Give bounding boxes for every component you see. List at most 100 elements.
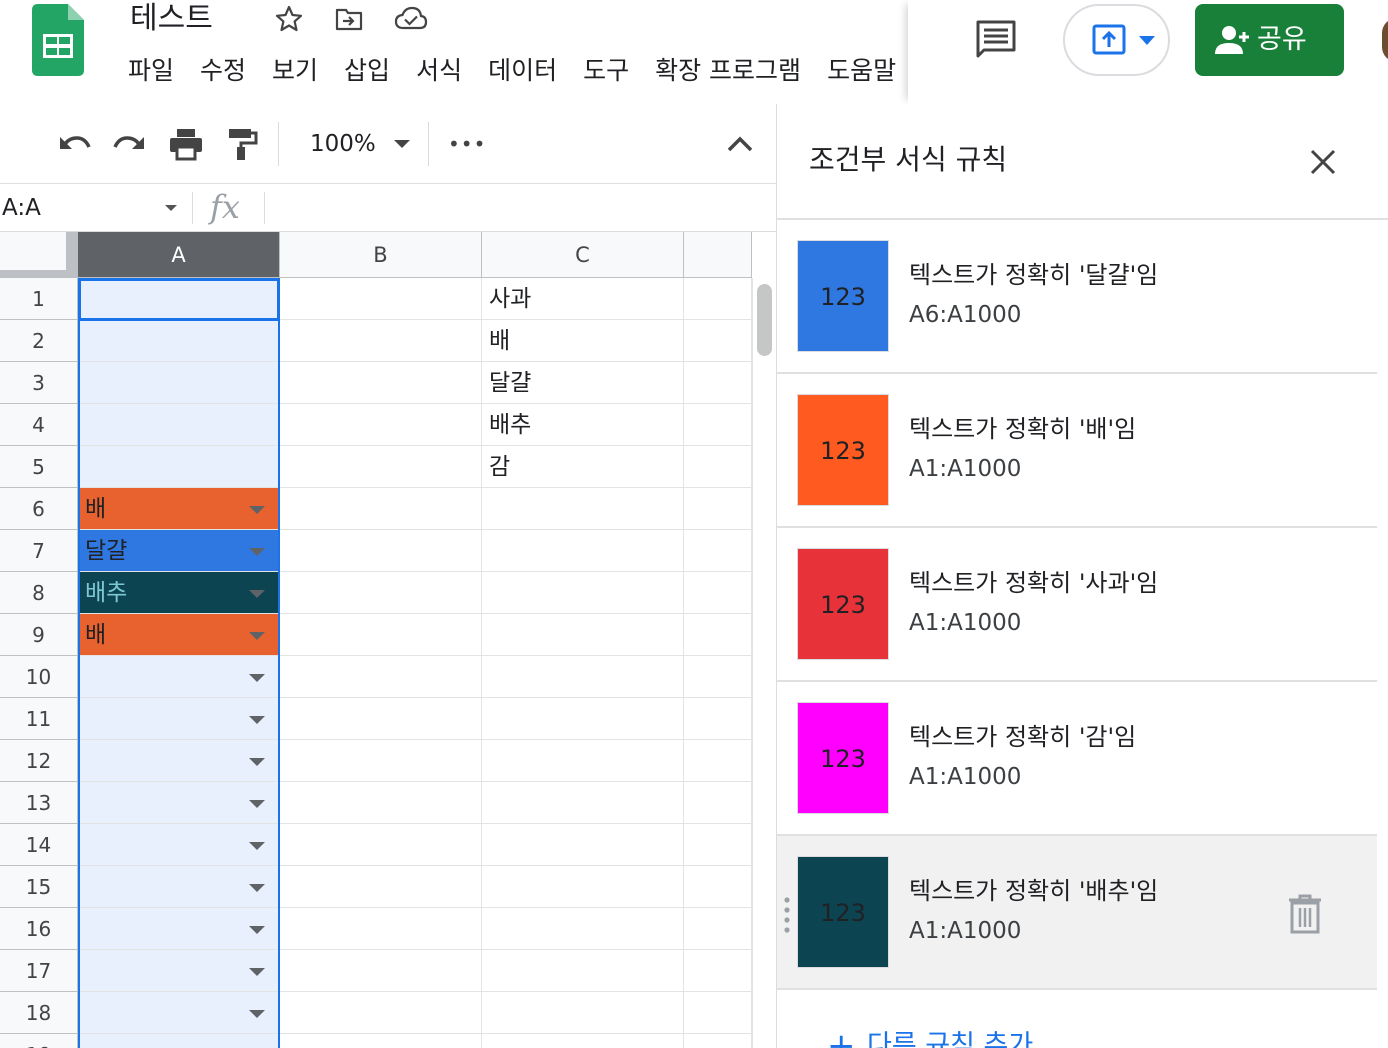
cell-a3[interactable]	[78, 362, 280, 404]
cell-d5[interactable]	[684, 446, 752, 488]
cell-b5[interactable]	[280, 446, 482, 488]
document-title[interactable]: 테스트	[130, 0, 213, 38]
vertical-scrollbar[interactable]	[752, 278, 776, 1048]
collapse-menus-icon[interactable]	[722, 126, 758, 162]
menu-view[interactable]: 보기	[272, 53, 318, 89]
cell-a7[interactable]: 달걀	[78, 530, 280, 572]
cloud-saved-icon[interactable]	[394, 4, 428, 34]
cell-b7[interactable]	[280, 530, 482, 572]
cell-c9[interactable]	[482, 614, 684, 656]
cell-b9[interactable]	[280, 614, 482, 656]
cell-a19[interactable]	[78, 1034, 280, 1048]
more-options-button[interactable]: •••	[448, 126, 486, 162]
cell-c18[interactable]	[482, 992, 684, 1034]
cell-a9[interactable]: 배	[78, 614, 280, 656]
format-rule[interactable]: 123 텍스트가 정확히 '달걀'임 A6:A1000	[777, 220, 1377, 374]
format-rule[interactable]: 123 텍스트가 정확히 '배추'임 A1:A1000	[777, 836, 1377, 990]
cell-a6[interactable]: 배	[78, 488, 280, 530]
dropdown-arrow-icon[interactable]	[249, 716, 265, 724]
paint-format-icon[interactable]	[224, 126, 260, 162]
row-header[interactable]: 1	[0, 278, 78, 320]
dropdown-arrow-icon[interactable]	[249, 926, 265, 934]
menu-file[interactable]: 파일	[128, 53, 174, 89]
dropdown-arrow-icon[interactable]	[249, 758, 265, 766]
avatar[interactable]	[1382, 18, 1388, 62]
cell-a16[interactable]	[78, 908, 280, 950]
scrollbar-thumb[interactable]	[757, 284, 772, 356]
cell-a11[interactable]	[78, 698, 280, 740]
cell-b16[interactable]	[280, 908, 482, 950]
comments-icon[interactable]	[974, 18, 1018, 62]
cell-d19[interactable]	[684, 1034, 752, 1048]
freeze-row-handle[interactable]	[0, 270, 78, 278]
row-header[interactable]: 11	[0, 698, 78, 740]
cell-b8[interactable]	[280, 572, 482, 614]
share-button[interactable]: 공유	[1195, 4, 1344, 76]
row-header[interactable]: 2	[0, 320, 78, 362]
cell-a8[interactable]: 배추	[78, 572, 280, 614]
cell-c16[interactable]	[482, 908, 684, 950]
cell-b15[interactable]	[280, 866, 482, 908]
row-header[interactable]: 14	[0, 824, 78, 866]
cell-a18[interactable]	[78, 992, 280, 1034]
cell-c12[interactable]	[482, 740, 684, 782]
menu-insert[interactable]: 삽입	[344, 53, 390, 89]
dropdown-arrow-icon[interactable]	[249, 884, 265, 892]
cell-c4[interactable]: 배추	[482, 404, 684, 446]
name-box[interactable]: A:A	[0, 184, 190, 232]
dropdown-arrow-icon[interactable]	[249, 674, 265, 682]
cell-c11[interactable]	[482, 698, 684, 740]
cell-b19[interactable]	[280, 1034, 482, 1048]
row-header[interactable]: 18	[0, 992, 78, 1034]
cell-d7[interactable]	[684, 530, 752, 572]
row-header[interactable]: 3	[0, 362, 78, 404]
row-header[interactable]: 15	[0, 866, 78, 908]
cell-c3[interactable]: 달걀	[482, 362, 684, 404]
move-to-folder-icon[interactable]	[334, 4, 364, 34]
cell-a13[interactable]	[78, 782, 280, 824]
cell-d16[interactable]	[684, 908, 752, 950]
row-header[interactable]: 5	[0, 446, 78, 488]
menu-format[interactable]: 서식	[416, 53, 462, 89]
redo-icon[interactable]	[112, 126, 148, 162]
cell-c8[interactable]	[482, 572, 684, 614]
sheets-logo-icon[interactable]	[32, 4, 84, 76]
cell-d17[interactable]	[684, 950, 752, 992]
cell-d13[interactable]	[684, 782, 752, 824]
cell-c15[interactable]	[482, 866, 684, 908]
cell-b3[interactable]	[280, 362, 482, 404]
cell-a4[interactable]	[78, 404, 280, 446]
select-all-corner[interactable]	[0, 232, 78, 278]
add-rule-button[interactable]: + 다른 규칙 추가	[827, 1028, 1033, 1048]
row-header[interactable]: 13	[0, 782, 78, 824]
undo-icon[interactable]	[56, 126, 92, 162]
format-rule[interactable]: 123 텍스트가 정확히 '배'임 A1:A1000	[777, 374, 1377, 528]
row-header[interactable]: 9	[0, 614, 78, 656]
cell-b18[interactable]	[280, 992, 482, 1034]
cell-d9[interactable]	[684, 614, 752, 656]
formula-input[interactable]	[276, 184, 766, 232]
column-header-a[interactable]: A	[78, 232, 280, 278]
active-cell[interactable]	[78, 278, 280, 321]
cell-b10[interactable]	[280, 656, 482, 698]
cell-a2[interactable]	[78, 320, 280, 362]
zoom-select[interactable]: 100%	[296, 126, 420, 162]
dropdown-arrow-icon[interactable]	[249, 842, 265, 850]
menu-extensions[interactable]: 확장 프로그램	[655, 53, 801, 89]
cell-d10[interactable]	[684, 656, 752, 698]
menu-edit[interactable]: 수정	[200, 53, 246, 89]
cell-c13[interactable]	[482, 782, 684, 824]
dropdown-arrow-icon[interactable]	[249, 590, 265, 598]
cell-b17[interactable]	[280, 950, 482, 992]
cell-b14[interactable]	[280, 824, 482, 866]
cell-c1[interactable]: 사과	[482, 278, 684, 320]
row-header[interactable]: 12	[0, 740, 78, 782]
cell-a5[interactable]	[78, 446, 280, 488]
cell-d12[interactable]	[684, 740, 752, 782]
format-rule[interactable]: 123 텍스트가 정확히 '감'임 A1:A1000	[777, 682, 1377, 836]
cell-b6[interactable]	[280, 488, 482, 530]
cell-b2[interactable]	[280, 320, 482, 362]
cell-b1[interactable]	[280, 278, 482, 320]
row-header[interactable]: 10	[0, 656, 78, 698]
dropdown-arrow-icon[interactable]	[249, 632, 265, 640]
